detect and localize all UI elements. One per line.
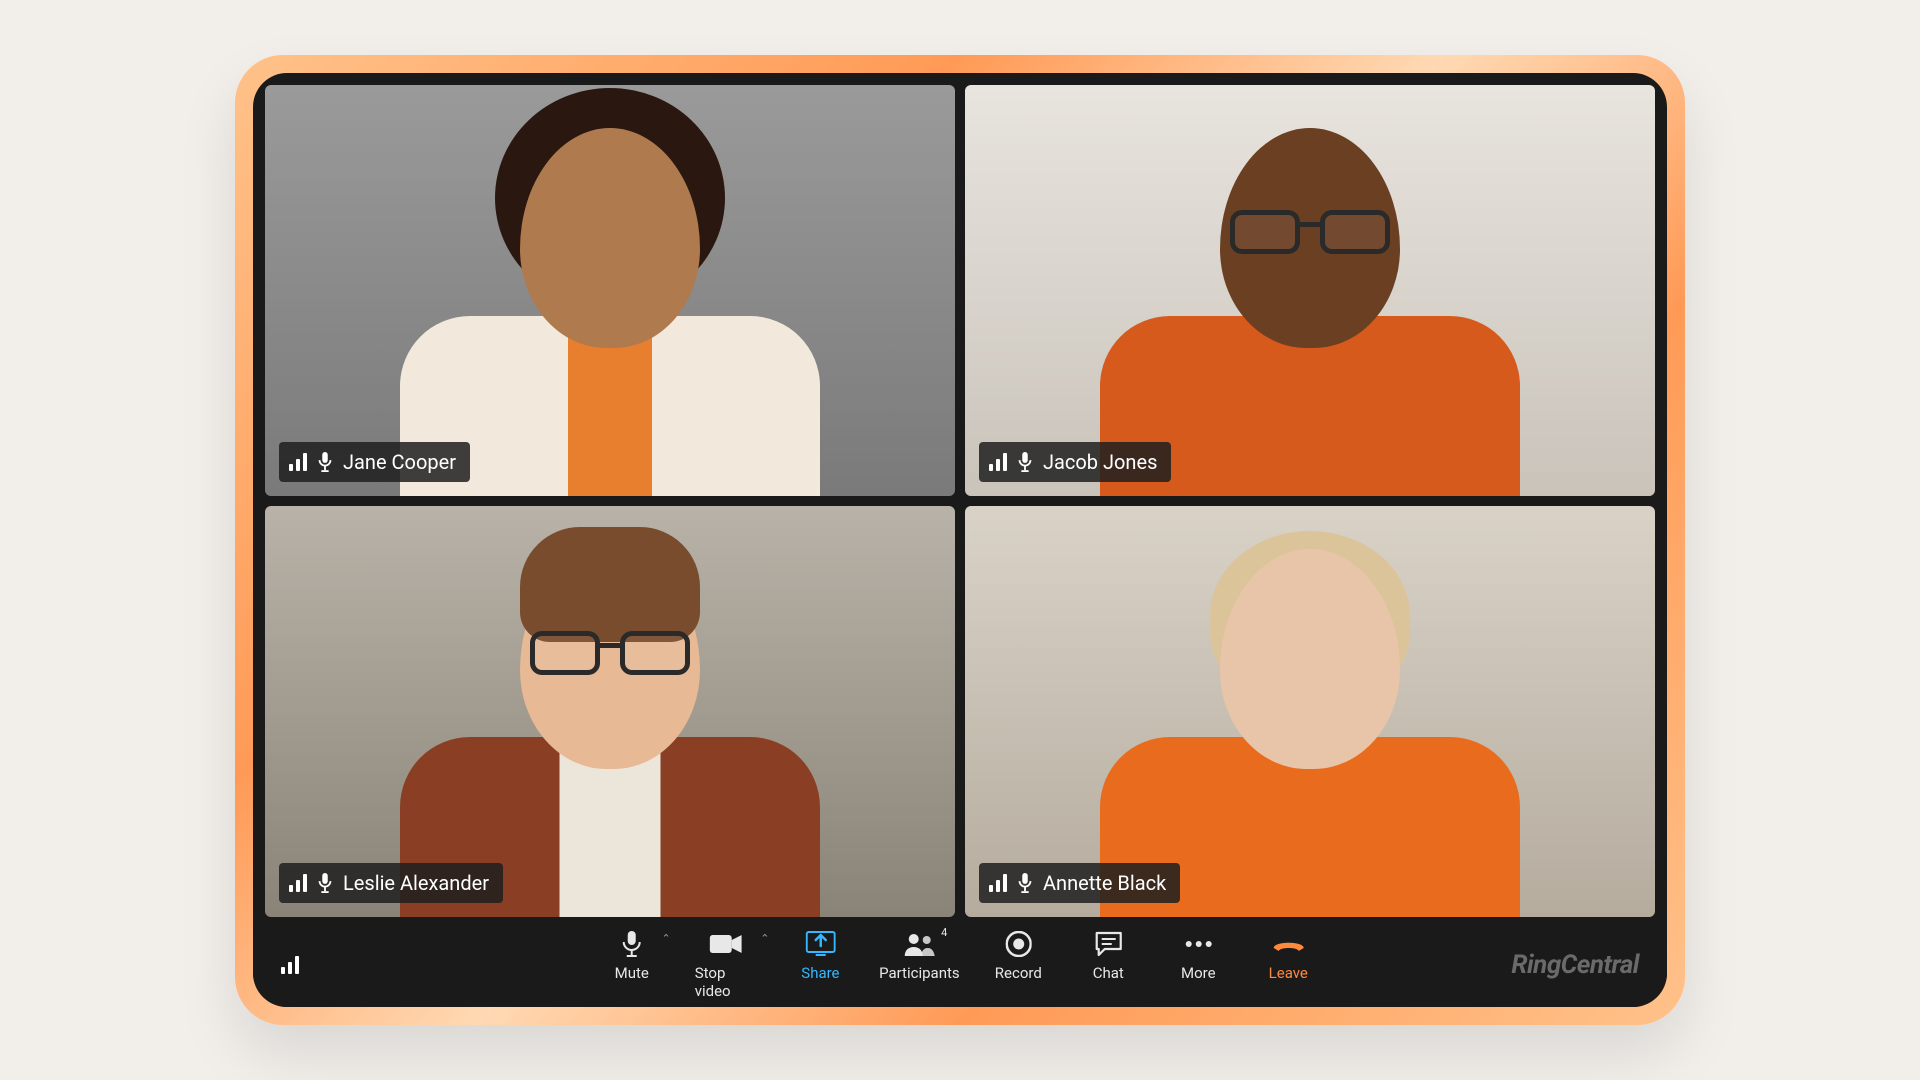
button-label: Participants [879,964,960,982]
button-label: Mute [615,964,649,982]
stop-video-button[interactable]: ⌃ Stop video [695,930,758,1000]
more-dots-icon [1184,940,1212,948]
participant-name: Leslie Alexander [343,871,489,895]
microphone-icon [1017,873,1033,893]
hang-up-icon [1270,935,1306,953]
signal-icon [989,453,1007,471]
record-icon [1005,931,1031,957]
button-label: Stop video [695,964,758,1000]
microphone-icon [622,931,642,957]
participant-video [965,85,1655,496]
chat-button[interactable]: Chat [1081,930,1135,982]
video-tile-jacob-jones[interactable]: Jacob Jones [965,85,1655,496]
video-tile-leslie-alexander[interactable]: Leslie Alexander [265,506,955,917]
participant-video [265,506,955,917]
button-label: Chat [1093,964,1124,982]
participant-name: Jane Cooper [343,450,456,474]
button-label: Record [995,964,1042,982]
app-window: Jane Cooper Jacob Jones [253,73,1667,1007]
mute-button[interactable]: ⌃ Mute [605,930,659,982]
microphone-icon [317,452,333,472]
more-button[interactable]: More [1171,930,1225,982]
leave-button[interactable]: Leave [1261,930,1315,982]
chevron-up-icon[interactable]: ⌃ [760,932,769,945]
video-camera-icon [710,933,742,955]
record-button[interactable]: Record [991,930,1045,982]
participants-icon [902,932,936,956]
chat-icon [1094,931,1122,957]
participant-video [265,85,955,496]
video-grid: Jane Cooper Jacob Jones [253,73,1667,923]
brand-logo: RingCentral [1511,950,1639,980]
button-label: More [1181,964,1216,982]
signal-icon [289,453,307,471]
chevron-up-icon[interactable]: ⌃ [662,932,671,945]
video-tile-jane-cooper[interactable]: Jane Cooper [265,85,955,496]
participant-video [965,506,1655,917]
toolbar-center: ⌃ Mute ⌃ Stop video Share [605,930,1316,1000]
share-button[interactable]: Share [793,930,847,982]
participants-count-badge: 4 [941,926,947,939]
microphone-icon [1017,452,1033,472]
participant-name-badge: Jacob Jones [979,442,1171,482]
button-label: Share [801,964,839,982]
participant-name-badge: Annette Black [979,863,1180,903]
participants-button[interactable]: 4 Participants [883,930,955,982]
video-tile-annette-black[interactable]: Annette Black [965,506,1655,917]
button-label: Leave [1269,964,1308,982]
tablet-frame: Jane Cooper Jacob Jones [235,55,1685,1025]
toolbar-left [281,956,299,974]
share-screen-icon [805,931,835,957]
signal-icon [289,874,307,892]
participant-name: Jacob Jones [1043,450,1157,474]
participant-name: Annette Black [1043,871,1166,895]
participant-name-badge: Jane Cooper [279,442,470,482]
signal-icon [989,874,1007,892]
participant-name-badge: Leslie Alexander [279,863,503,903]
meeting-toolbar: ⌃ Mute ⌃ Stop video Share [253,923,1667,1007]
microphone-icon [317,873,333,893]
connection-signal-icon[interactable] [281,956,299,974]
